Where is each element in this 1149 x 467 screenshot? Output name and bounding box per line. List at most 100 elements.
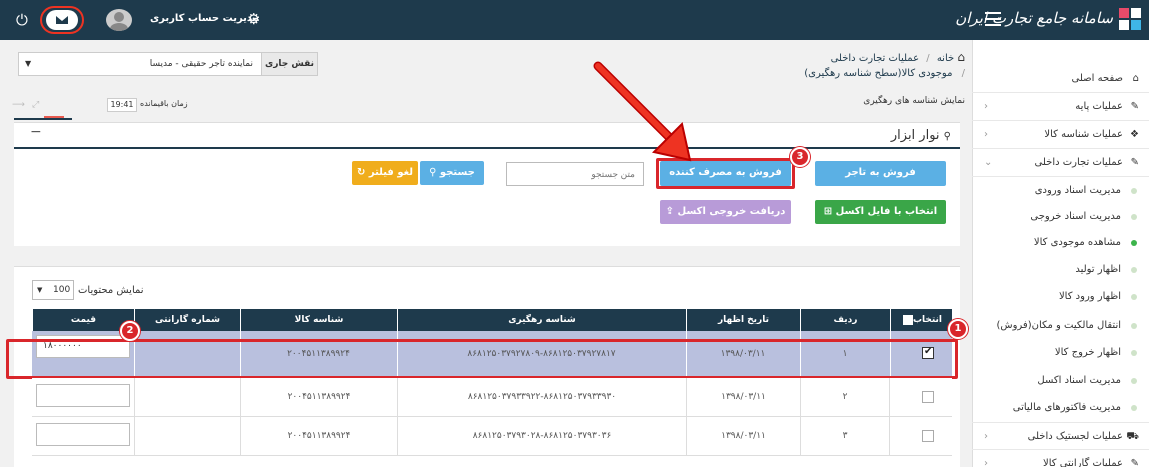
breadcrumb-level1[interactable]: عملیات تجارت داخلی — [831, 53, 919, 64]
sidebar-item-base-ops[interactable]: ✎ عملیات پایه ‹ — [972, 93, 1149, 121]
sidebar-item-label: عملیات گارانتی کالا — [1043, 458, 1123, 467]
cell-row-number: ۳ — [800, 417, 890, 456]
brand-title: سامانه جامع تجارت ایران — [955, 9, 1113, 27]
toolbar-title-text: نوار ابزار — [890, 128, 940, 143]
sidebar-item-label: عملیات پایه — [1075, 101, 1123, 112]
bullet-icon — [1131, 323, 1137, 329]
price-input[interactable] — [36, 423, 130, 446]
expand-icon[interactable]: ⤢ — [32, 100, 39, 110]
breadcrumb: ⌂ خانه / عملیات تجارت داخلی — [831, 50, 965, 64]
sidebar-subitem-label: اظهار تولید — [1075, 264, 1121, 275]
cell-product-id: ۲۰۰۴۵۱۱۳۸۹۹۲۴ — [240, 378, 397, 417]
select-with-excel-button[interactable]: انتخاب با فایل اکسل ⊞ — [815, 200, 946, 224]
breadcrumb-level2[interactable]: موجودی کالا(سطح شناسه رهگیری) — [804, 68, 952, 79]
account-management-link[interactable]: مدیریت حساب کاربری — [150, 13, 259, 24]
gear-icon[interactable]: ⚙ — [247, 10, 260, 28]
bullet-icon — [1131, 188, 1137, 194]
cell-row-number: ۲ — [800, 378, 890, 417]
sell-to-trader-button[interactable]: فروش به تاجر — [815, 161, 946, 186]
column-header-date[interactable]: تاریخ اظهار — [686, 309, 800, 331]
bullet-icon — [1131, 294, 1137, 300]
bullet-icon — [1131, 214, 1137, 220]
export-excel-button[interactable]: دریافت خروجی اکسل ⇪ — [660, 200, 791, 224]
role-selector[interactable]: نقش جاری نماینده تاجر حقیقی - مدیسا ▼ — [18, 52, 318, 76]
sidebar-item-label: عملیات تجارت داخلی — [1034, 157, 1123, 168]
sidebar-subitem-view-inventory[interactable]: مشاهده موجودی کالا — [972, 229, 1149, 257]
truck-icon: ⛟ — [1126, 431, 1139, 442]
collapse-button[interactable]: − — [30, 124, 42, 140]
sidebar-subitem-export[interactable]: اظهار خروج کالا — [972, 339, 1149, 367]
top-bar: سامانه جامع تجارت ایران مدیریت حساب کارب… — [0, 0, 1149, 40]
chevron-left-icon: ‹ — [984, 101, 988, 112]
row-checkbox[interactable] — [922, 430, 934, 442]
sidebar-item-label: عملیات شناسه کالا — [1044, 129, 1123, 140]
sidebar-subitem-ownership-transfer[interactable]: انتقال مالکیت و مکان(فروش) — [972, 312, 1149, 340]
avatar[interactable] — [106, 9, 132, 31]
refresh-icon: ↻ — [356, 167, 366, 178]
step-badge-2: 2 — [120, 321, 140, 341]
timer-area: ⟶ ⤢ 19:41 زمان باقیمانده — [0, 98, 210, 118]
column-header-product-id[interactable]: شناسه کالا — [240, 309, 397, 331]
clear-filter-button[interactable]: لغو فیلتر ↻ — [352, 161, 418, 185]
column-header-warranty[interactable]: شماره گارانتی — [134, 309, 240, 331]
plus-square-icon: ⊞ — [823, 206, 833, 217]
toolbar-title: ⚲ نوار ابزار — [891, 128, 951, 143]
sidebar-item-home[interactable]: ⌂ صفحه اصلی — [972, 65, 1149, 93]
price-input[interactable] — [36, 384, 130, 407]
timer-label: زمان باقیمانده — [140, 99, 188, 108]
chevron-down-icon: ⌄ — [984, 157, 993, 168]
cell-warranty — [134, 417, 240, 456]
sidebar-subitem-label: مدیریت اسناد اکسل — [1037, 375, 1121, 386]
highlight-box-row — [6, 339, 958, 379]
cubes-icon: ❖ — [1130, 129, 1139, 140]
chevron-left-icon: ‹ — [984, 431, 988, 442]
bullet-icon — [1131, 378, 1137, 384]
sidebar-item-logistics[interactable]: ⛟ عملیات لجستیک داخلی ‹ — [972, 422, 1149, 450]
breadcrumb-separator: / — [926, 53, 930, 64]
sidebar-subitem-import[interactable]: اظهار ورود کالا — [972, 283, 1149, 311]
sidebar-item-warranty[interactable]: ✎ عملیات گارانتی کالا ‹ — [972, 450, 1149, 467]
column-header-price[interactable]: قیمت — [32, 309, 134, 331]
grid-logo-icon — [1119, 8, 1141, 30]
role-label: نقش جاری — [261, 53, 317, 75]
row-checkbox[interactable] — [922, 391, 934, 403]
sidebar-subitem-production[interactable]: اظهار تولید — [972, 256, 1149, 284]
sidebar-subitem-excel-docs[interactable]: مدیریت اسناد اکسل — [972, 367, 1149, 395]
column-header-select[interactable]: انتخاب — [890, 309, 952, 331]
step-badge-3: 3 — [790, 147, 810, 167]
cell-product-id: ۲۰۰۴۵۱۱۳۸۹۹۲۴ — [240, 417, 397, 456]
home-icon: ⌂ — [1132, 73, 1139, 84]
timer-value: 19:41 — [107, 98, 137, 112]
bullet-icon — [1131, 267, 1137, 273]
search-button[interactable]: جستجو ⚲ — [420, 161, 484, 185]
page-size-select[interactable]: ▼ 100 — [32, 280, 74, 300]
envelope-icon[interactable] — [40, 6, 84, 34]
page-size-value: 100 — [53, 285, 71, 295]
sidebar-subitem-input-docs[interactable]: مدیریت اسناد ورودی — [972, 177, 1149, 205]
minimize-icon[interactable]: ⟶ — [12, 100, 25, 110]
toolbar-divider — [14, 147, 960, 149]
power-icon[interactable]: ⏻ — [16, 11, 28, 29]
upload-icon: ⇪ — [665, 206, 675, 217]
search-button-label: جستجو — [439, 167, 475, 178]
sidebar-subitem-label: اظهار خروج کالا — [1054, 347, 1121, 358]
select-all-checkbox[interactable] — [902, 314, 913, 325]
page-subtitle: نمایش شناسه های رهگیری — [863, 96, 965, 106]
sidebar-item-product-id-ops[interactable]: ❖ عملیات شناسه کالا ‹ — [972, 121, 1149, 149]
tab-underline — [14, 118, 72, 120]
sidebar-subitem-tax-invoices[interactable]: مدیریت فاکتورهای مالیاتی — [972, 394, 1149, 422]
sidebar-subitem-label: مشاهده موجودی کالا — [1033, 237, 1121, 248]
role-value: نماینده تاجر حقیقی - مدیسا — [149, 59, 253, 69]
search-icon: ⚲ — [429, 167, 437, 178]
hamburger-icon[interactable] — [985, 12, 1001, 26]
search-input[interactable] — [506, 162, 644, 186]
step-badge-1: 1 — [948, 319, 968, 339]
edit-icon: ✎ — [1130, 157, 1139, 168]
cell-date: ۱۳۹۸/۰۳/۱۱ — [686, 417, 800, 456]
column-header-row[interactable]: ردیف — [800, 309, 890, 331]
sidebar-subitem-label: مدیریت اسناد ورودی — [1034, 185, 1121, 196]
sidebar-subitem-output-docs[interactable]: مدیریت اسناد خروجی — [972, 203, 1149, 231]
breadcrumb-home[interactable]: خانه — [937, 53, 954, 64]
column-header-tracking-id[interactable]: شناسه رهگیری — [397, 309, 686, 331]
sidebar-item-domestic-trade[interactable]: ✎ عملیات تجارت داخلی ⌄ — [972, 149, 1149, 177]
